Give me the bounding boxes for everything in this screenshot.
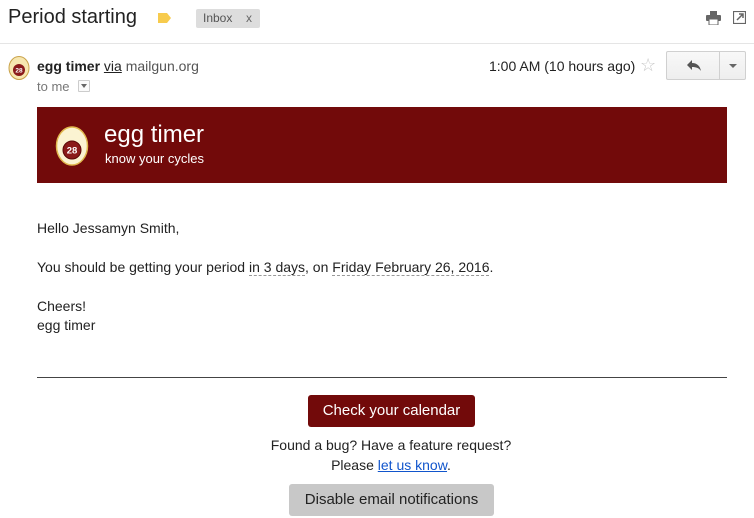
disable-notifications-button[interactable]: Disable email notifications	[289, 484, 494, 516]
cheers-text: Cheers!	[37, 298, 87, 314]
notice-relative-time: in 3 days	[248, 259, 306, 276]
reply-icon	[687, 60, 701, 71]
notice-prefix: You should be getting your period	[37, 259, 249, 275]
banner-subtitle: know your cycles	[105, 151, 204, 166]
star-icon[interactable]: ☆	[640, 55, 656, 76]
sender-domain: mailgun.org	[125, 58, 199, 74]
egg-timer-banner: 28 egg timer know your cycles	[37, 107, 727, 183]
notice-date[interactable]: Friday February 26, 2016	[332, 259, 490, 276]
period-notice: You should be getting your period in 3 d…	[37, 259, 494, 276]
email-subject: Period starting	[8, 6, 137, 28]
feedback-link-line: Please let us know.	[0, 457, 754, 473]
email-timestamp: 1:00 AM (10 hours ago)	[489, 58, 636, 74]
more-options-icon[interactable]	[719, 51, 746, 80]
inbox-label-text: Inbox	[203, 11, 233, 25]
svg-text:28: 28	[15, 68, 23, 75]
notice-suffix: .	[489, 259, 494, 275]
notice-middle: , on	[305, 259, 333, 275]
divider	[37, 377, 727, 378]
via-link[interactable]: via	[104, 58, 122, 74]
feedback-text: Found a bug? Have a feature request?	[270, 437, 512, 453]
egg-timer-logo-icon: 28	[55, 126, 89, 166]
remove-label-button[interactable]: x	[246, 11, 252, 25]
recipient-details-dropdown[interactable]	[78, 80, 90, 92]
signoff-text: egg timer	[37, 317, 96, 333]
sender-name[interactable]: egg timer	[37, 58, 100, 74]
banner-title: egg timer	[104, 121, 205, 148]
reply-button[interactable]	[666, 51, 720, 80]
period-text: .	[447, 457, 451, 473]
print-icon[interactable]	[706, 11, 721, 25]
new-window-icon[interactable]	[733, 11, 746, 24]
label-tag-icon[interactable]	[157, 12, 172, 24]
egg-timer-avatar: 28	[8, 56, 30, 80]
subject-bar: Period starting Inbox x	[0, 0, 754, 44]
let-us-know-link[interactable]: let us know	[378, 457, 447, 473]
inbox-label-chip[interactable]: Inbox x	[196, 9, 260, 28]
sender-line: egg timer via mailgun.org	[37, 58, 199, 74]
recipient-text: to me	[37, 79, 70, 94]
greeting-text: Hello Jessamyn Smith,	[37, 220, 180, 236]
check-calendar-button[interactable]: Check your calendar	[308, 395, 475, 427]
logo-number: 28	[67, 146, 78, 157]
please-text: Please	[331, 457, 378, 473]
